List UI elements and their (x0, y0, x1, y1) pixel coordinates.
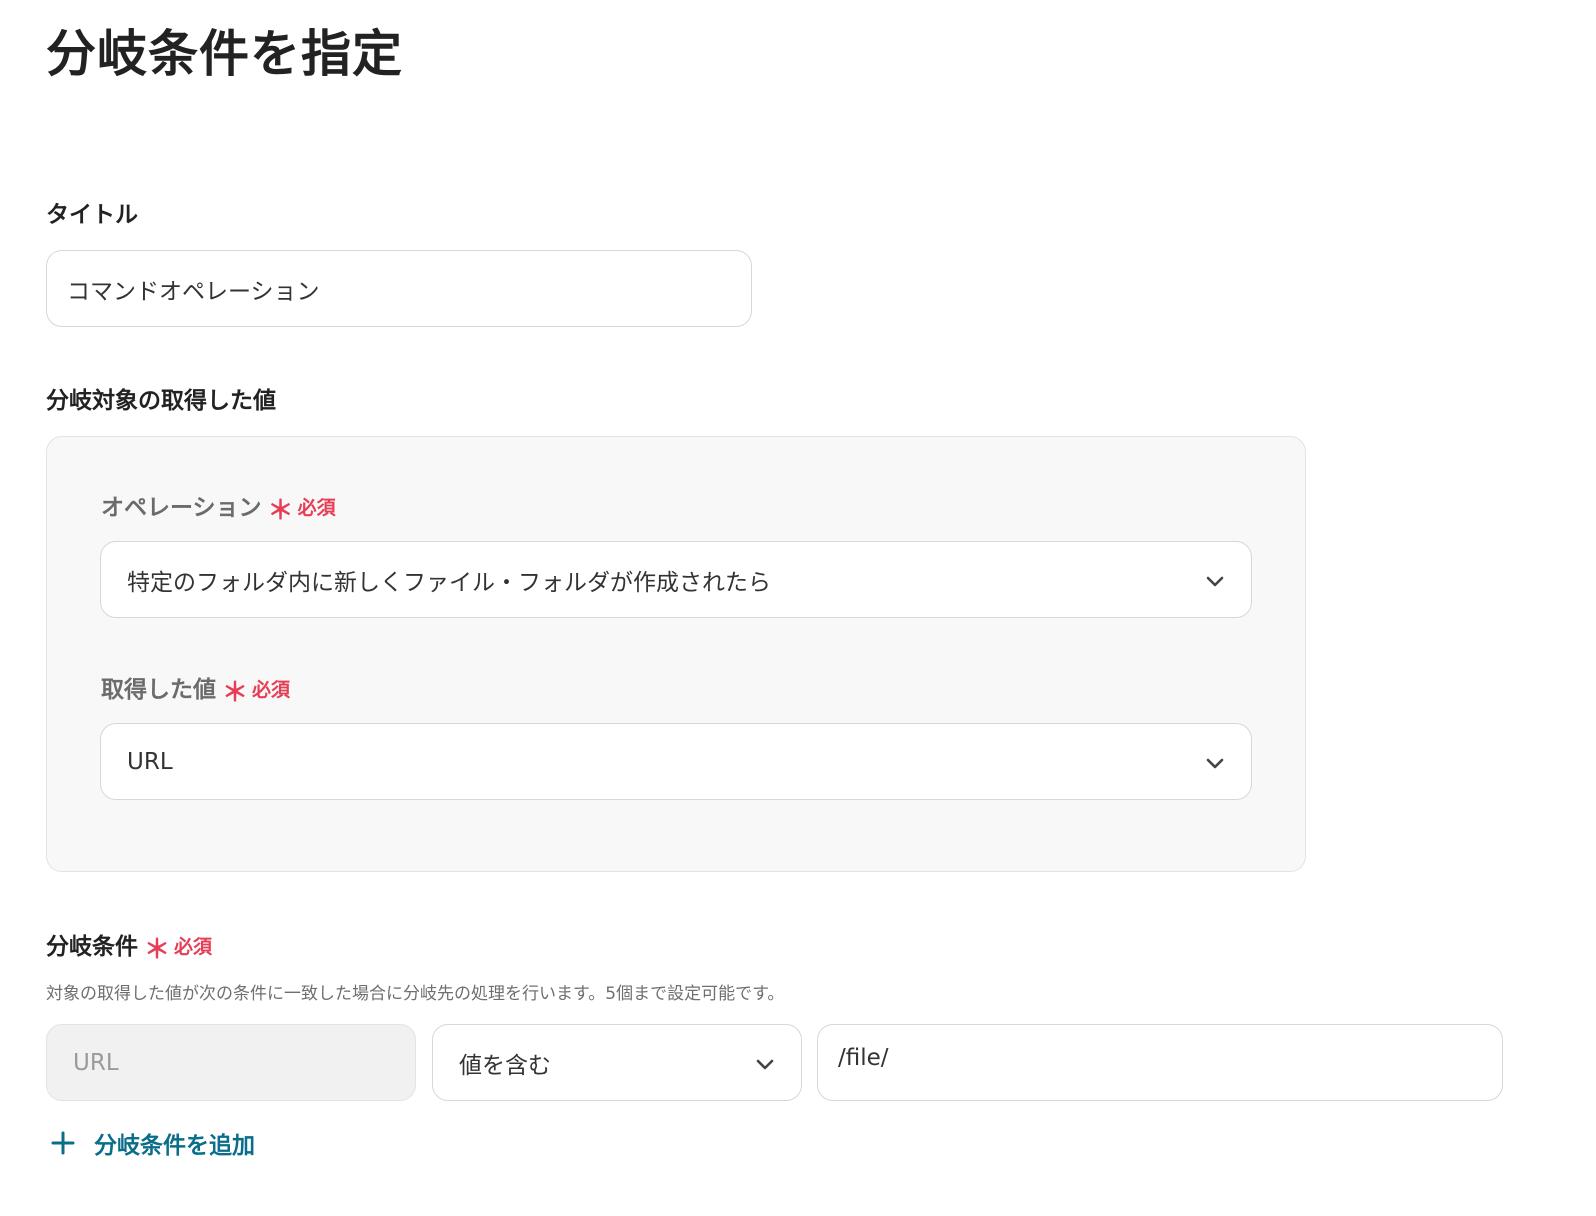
required-asterisk: ＊ (222, 678, 249, 708)
add-condition-label: 分岐条件を追加 (94, 1133, 255, 1159)
condition-operator-value: 値を含む (459, 1052, 551, 1079)
required-text: 必須 (174, 936, 213, 958)
value-field-label-text: 取得した値 (101, 677, 216, 703)
condition-field-readonly: URL (46, 1024, 416, 1101)
value-field-select[interactable]: URL (100, 723, 1252, 800)
operation-select[interactable]: 特定のフォルダ内に新しくファイル・フォルダが作成されたら (100, 541, 1252, 618)
condition-value-input[interactable]: /file/ (817, 1024, 1503, 1101)
title-input[interactable]: コマンドオペレーション (46, 250, 752, 327)
value-field-select-value: URL (127, 748, 173, 775)
required-indicator: ＊ 必須 (222, 675, 291, 708)
chevron-down-icon (1206, 758, 1224, 768)
condition-section-label-text: 分岐条件 (46, 934, 138, 960)
plus-icon (51, 1131, 75, 1155)
operation-select-value: 特定のフォルダ内に新しくファイル・フォルダが作成されたら (127, 569, 771, 596)
required-indicator: ＊ 必須 (267, 493, 336, 526)
required-asterisk: ＊ (144, 935, 171, 965)
condition-value-text: /file/ (838, 1045, 889, 1071)
required-text: 必須 (252, 679, 291, 701)
condition-section-label: 分岐条件 ＊ 必須 (46, 932, 213, 965)
add-condition-button[interactable]: 分岐条件を追加 (50, 1126, 255, 1160)
page-title: 分岐条件を指定 (46, 25, 403, 83)
chevron-down-icon (1206, 576, 1224, 586)
value-field-label: 取得した値 ＊ 必須 (101, 675, 291, 708)
required-text: 必須 (297, 497, 336, 519)
condition-helper-text: 対象の取得した値が次の条件に一致した場合に分岐先の処理を行います。5個まで設定可… (46, 984, 785, 1004)
required-indicator: ＊ 必須 (144, 932, 213, 965)
chevron-down-icon (756, 1059, 774, 1069)
operation-label: オペレーション ＊ 必須 (101, 493, 336, 526)
condition-field-value: URL (73, 1049, 119, 1076)
target-panel: オペレーション ＊ 必須 特定のフォルダ内に新しくファイル・フォルダが作成された… (46, 436, 1306, 872)
operation-label-text: オペレーション (101, 495, 262, 521)
title-section-label: タイトル (46, 202, 138, 228)
required-asterisk: ＊ (267, 496, 294, 526)
title-input-value: コマンドオペレーション (67, 278, 320, 305)
target-section-label: 分岐対象の取得した値 (46, 388, 276, 414)
condition-operator-select[interactable]: 値を含む (432, 1024, 802, 1101)
